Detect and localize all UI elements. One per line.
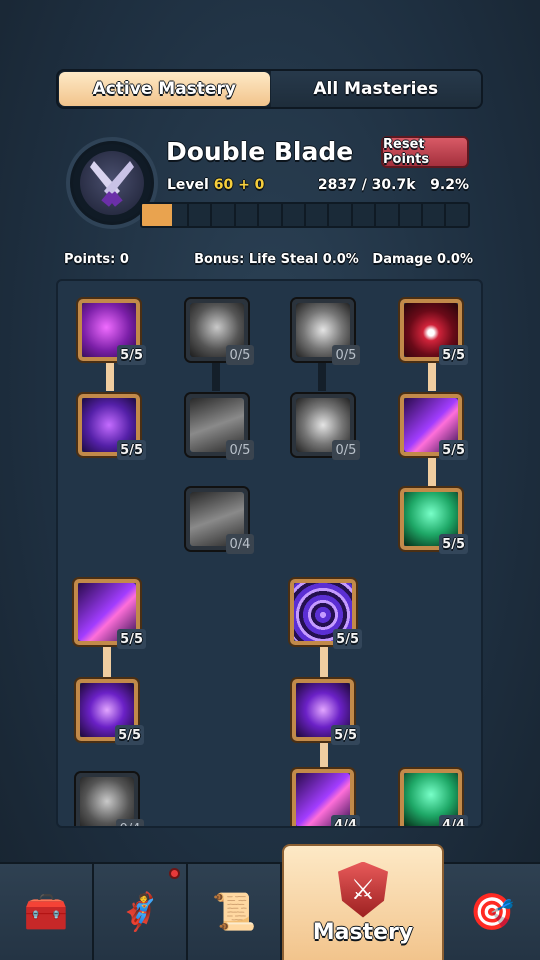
skill-node[interactable]: 4/4 (292, 769, 360, 826)
nav-hero[interactable]: 🦸 (94, 864, 188, 960)
skill-count: 0/4 (116, 819, 144, 826)
skill-node[interactable]: 5/5 (292, 679, 360, 745)
skill-node[interactable]: 4/4 (400, 769, 468, 826)
skill-node[interactable]: 5/5 (400, 299, 468, 365)
skill-count: 5/5 (439, 440, 468, 460)
xp-progress-fill (142, 204, 172, 226)
nav-chest[interactable]: 🧰 (0, 864, 94, 960)
skill-node[interactable]: 5/5 (400, 488, 468, 554)
skill-node[interactable]: 0/5 (186, 394, 254, 460)
skill-count: 5/5 (333, 629, 362, 649)
nav-target[interactable]: 🎯 (444, 864, 540, 960)
skill-node[interactable]: 0/4 (186, 488, 254, 554)
skill-count: 5/5 (117, 440, 146, 460)
skill-node[interactable]: 5/5 (290, 579, 362, 649)
skill-node[interactable]: 5/5 (78, 299, 146, 365)
target-icon: 🎯 (469, 892, 515, 933)
mastery-tabs: Active Mastery All Masteries (56, 69, 483, 109)
skill-count: 4/4 (439, 815, 468, 826)
skill-node[interactable]: 0/5 (186, 299, 254, 365)
skill-node[interactable]: 5/5 (400, 394, 468, 460)
skill-count: 5/5 (115, 725, 144, 745)
mastery-xp: 2837 / 30.7k 9.2% (318, 177, 469, 193)
nav-mastery-label: Mastery (312, 919, 414, 945)
nav-map[interactable]: 📜 (188, 864, 282, 960)
map-scroll-icon: 📜 (211, 892, 257, 933)
skill-node[interactable]: 0/4 (76, 773, 144, 826)
nav-mastery[interactable]: ⚔ Mastery (282, 844, 444, 960)
skill-count: 5/5 (117, 629, 146, 649)
skill-tree-panel[interactable]: 5/5 0/5 0/5 5/5 5/5 0/5 0/5 5/5 0/4 5/5 … (56, 279, 483, 828)
xp-value: 2837 / 30.7k (317, 177, 416, 193)
xp-progress-bar (140, 202, 470, 228)
reset-points-button[interactable]: Reset Points (381, 136, 469, 168)
skill-count: 0/5 (226, 345, 254, 365)
points-label: Points: 0 (64, 252, 129, 267)
skill-count: 0/5 (332, 440, 360, 460)
skill-count: 5/5 (439, 534, 468, 554)
skill-node[interactable]: 5/5 (76, 679, 144, 745)
bonus-label: Bonus: Life Steal 0.0% Damage 0.0% (194, 252, 473, 267)
tab-active-mastery[interactable]: Active Mastery (59, 72, 270, 106)
skill-node[interactable]: 0/5 (292, 299, 360, 365)
bottom-nav: 🧰 🦸 📜 ⚔ Mastery 🎯 (0, 844, 540, 960)
skill-count: 0/4 (226, 534, 254, 554)
skill-count: 5/5 (117, 345, 146, 365)
skill-node[interactable]: 5/5 (78, 394, 146, 460)
skill-count: 0/5 (226, 440, 254, 460)
double-blade-icon (80, 151, 144, 215)
tree-connector (428, 451, 436, 486)
skill-node[interactable]: 5/5 (74, 579, 146, 649)
skill-count: 5/5 (331, 725, 360, 745)
mastery-shield-icon: ⚔ (338, 861, 388, 918)
tab-all-masteries[interactable]: All Masteries (270, 71, 481, 107)
skill-count: 4/4 (331, 815, 360, 826)
chest-icon: 🧰 (23, 892, 69, 933)
skill-count: 0/5 (332, 345, 360, 365)
level-label: Level (167, 177, 209, 193)
notification-badge (169, 868, 180, 879)
level-value: 60 + 0 (213, 177, 265, 193)
mastery-level: Level 60 + 0 (167, 177, 264, 193)
skill-node[interactable]: 0/5 (292, 394, 360, 460)
mastery-title: Double Blade (166, 137, 354, 166)
skill-count: 5/5 (439, 345, 468, 365)
xp-percent: 9.2% (430, 177, 469, 193)
hero-icon: 🦸 (117, 892, 163, 933)
